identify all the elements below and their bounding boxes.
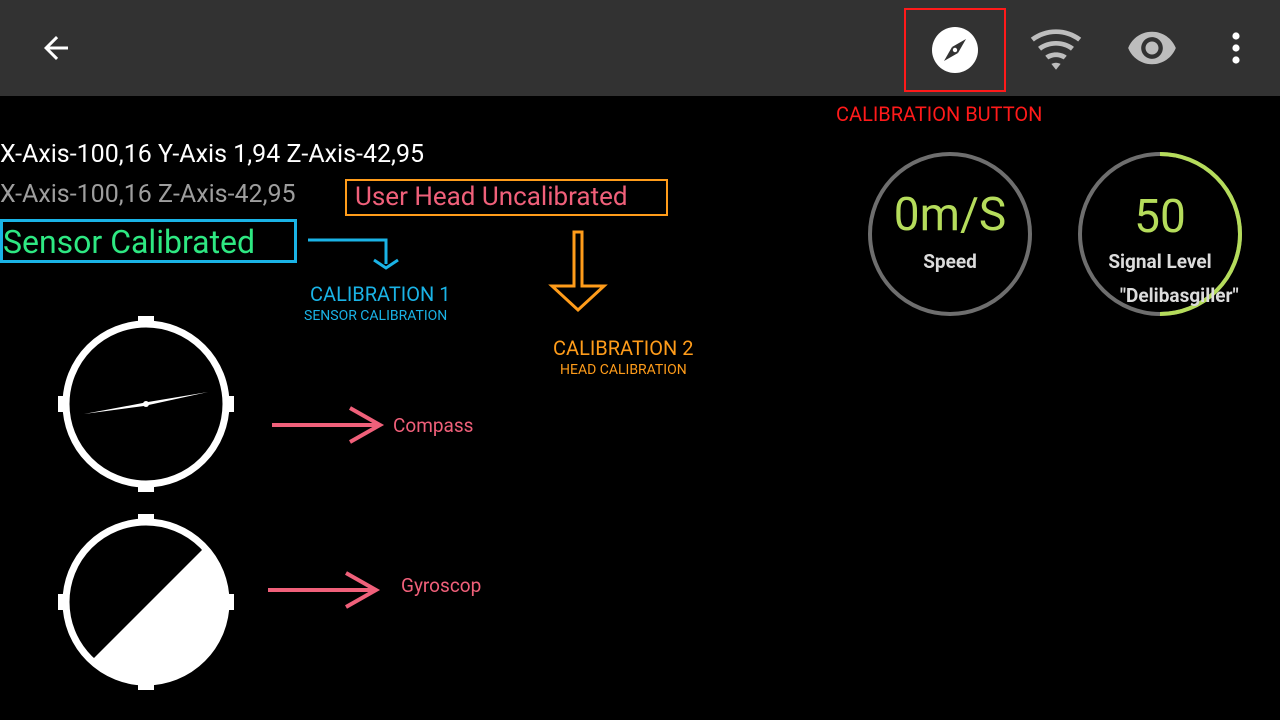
speed-gauge: 0m/S Speed bbox=[866, 150, 1034, 318]
calibration1-title: CALIBRATION 1 bbox=[310, 282, 451, 306]
sensor-status-badge: Sensor Calibrated bbox=[0, 219, 297, 263]
calibration-button[interactable] bbox=[904, 8, 1006, 92]
wifi-icon bbox=[1030, 29, 1082, 70]
calibration2-subtitle: HEAD CALIBRATION bbox=[560, 362, 687, 378]
app-bar bbox=[0, 0, 1280, 96]
calibration1-arrow bbox=[308, 238, 399, 270]
arrow-back-icon bbox=[44, 36, 68, 60]
more-vert-icon bbox=[1232, 32, 1240, 64]
sensor-axes-line: X-Axis-100,16 Y-Axis 1,94 Z-Axis-42,95 bbox=[0, 140, 425, 169]
calibration2-title: CALIBRATION 2 bbox=[553, 336, 694, 360]
sensor-status-text: Sensor Calibrated bbox=[3, 223, 256, 261]
calibration-button-annotation: CALIBRATION BUTTON bbox=[836, 102, 1043, 126]
signal-network-name: "Delibasgiller" bbox=[1120, 284, 1239, 307]
calibration2-arrow bbox=[548, 230, 608, 313]
head-status-badge: User Head Uncalibrated bbox=[345, 179, 668, 216]
signal-label: Signal Level bbox=[1108, 250, 1212, 273]
speed-label: Speed bbox=[923, 250, 977, 273]
compass-annotation-arrow bbox=[272, 406, 385, 444]
compass-annotation-label: Compass bbox=[393, 414, 474, 437]
overflow-menu-button[interactable] bbox=[1216, 24, 1256, 72]
gyroscope-annotation-label: Gyroscop bbox=[401, 574, 482, 597]
compass-icon bbox=[932, 27, 978, 73]
wifi-button[interactable] bbox=[1020, 18, 1092, 78]
head-status-text: User Head Uncalibrated bbox=[355, 182, 628, 212]
signal-value: 50 bbox=[1134, 190, 1186, 244]
gyroscope-annotation-arrow bbox=[268, 571, 381, 609]
compass-dial bbox=[58, 316, 234, 492]
gyroscope-dial bbox=[58, 514, 234, 690]
back-button[interactable] bbox=[28, 24, 84, 72]
signal-gauge: 50 Signal Level "Delibasgiller" bbox=[1076, 150, 1244, 318]
calibration1-subtitle: SENSOR CALIBRATION bbox=[304, 308, 448, 324]
eye-icon bbox=[1128, 31, 1176, 65]
visibility-button[interactable] bbox=[1118, 18, 1186, 78]
head-axes-line: X-Axis-100,16 Z-Axis-42,95 bbox=[0, 180, 296, 209]
speed-value: 0m/S bbox=[893, 188, 1007, 242]
